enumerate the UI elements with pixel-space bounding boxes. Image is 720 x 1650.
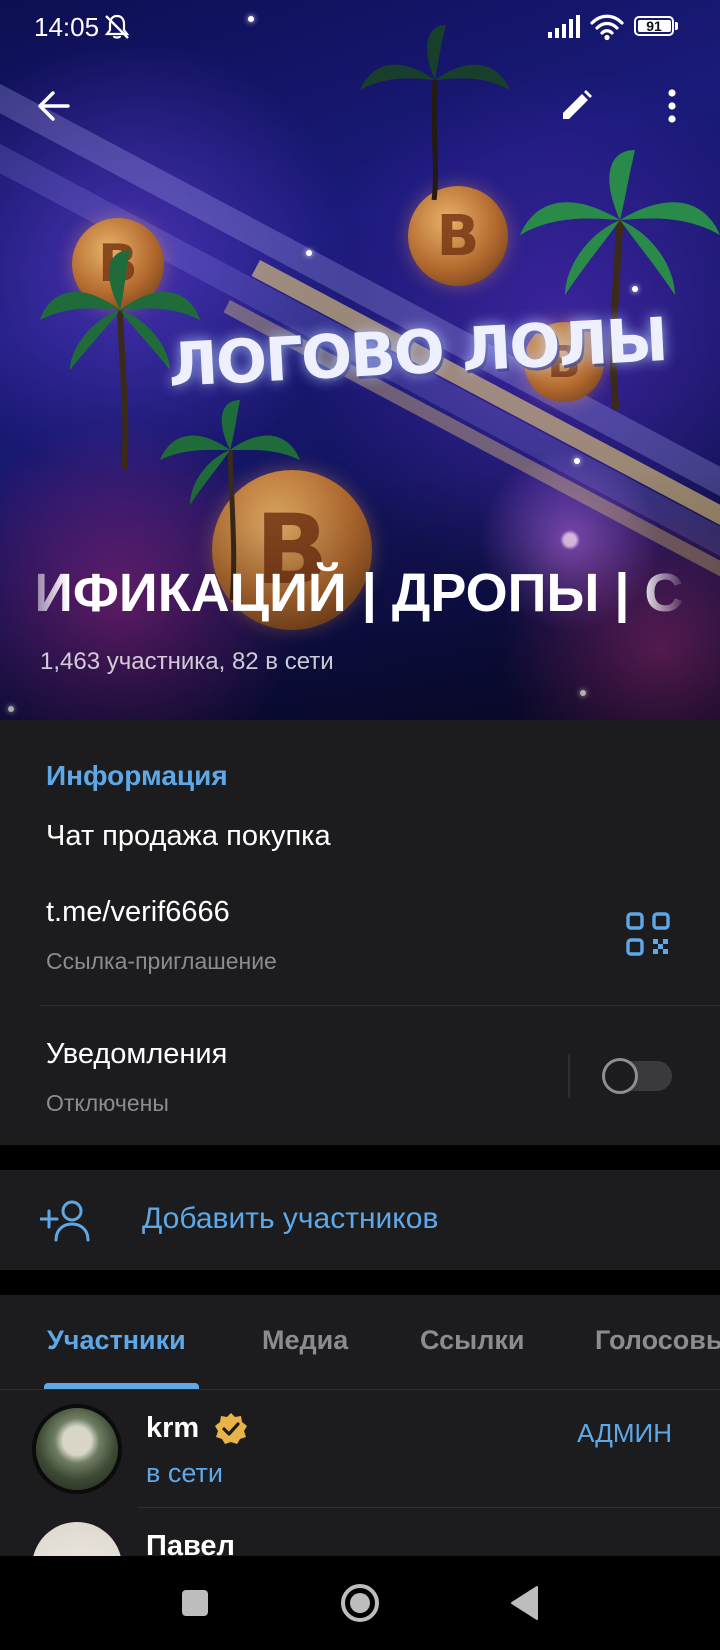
system-nav-bar (0, 1556, 720, 1650)
status-bar: 14:05 91 (0, 0, 720, 56)
member-row[interactable]: krm в сети АДМИН (0, 1390, 720, 1508)
more-options-button[interactable] (644, 78, 700, 134)
tab-links[interactable]: Ссылки (420, 1325, 524, 1356)
member-row[interactable]: Павел (0, 1508, 720, 1556)
verified-badge-icon (215, 1413, 247, 1444)
recent-apps-button[interactable] (170, 1578, 220, 1628)
notifications-label[interactable]: Уведомления (46, 1038, 227, 1071)
wifi-icon (590, 14, 624, 41)
bitcoin-coin-image (408, 186, 508, 286)
member-name: krm (146, 1412, 200, 1444)
add-members-button[interactable]: Добавить участников (0, 1170, 720, 1270)
more-vertical-icon (668, 89, 676, 123)
member-status: в сети (146, 1458, 223, 1488)
section-title-info: Информация (46, 760, 228, 791)
tab-members[interactable]: Участники (47, 1325, 186, 1356)
active-tab-indicator (44, 1383, 199, 1389)
back-button[interactable] (26, 78, 82, 134)
tab-bar: Участники Медиа Ссылки Голосовые (0, 1295, 720, 1390)
qr-code-icon (626, 912, 670, 956)
qr-code-button[interactable] (624, 910, 672, 958)
member-name: Павел (146, 1530, 235, 1556)
invite-link[interactable]: t.me/verif6666 (46, 896, 230, 929)
nav-back-button[interactable] (500, 1578, 550, 1628)
notifications-state: Отключены (46, 1090, 169, 1116)
battery-level: 91 (646, 18, 662, 34)
home-button[interactable] (335, 1578, 385, 1628)
pencil-icon (563, 90, 592, 119)
info-card: Информация Чат продажа покупка t.me/veri… (0, 720, 720, 1145)
chat-title: ИФИКАЦИЙ | ДРОПЫ | С (38, 563, 684, 623)
notifications-toggle[interactable] (602, 1058, 672, 1094)
add-members-label: Добавить участников (142, 1202, 439, 1235)
toggle-knob (602, 1058, 638, 1094)
status-time: 14:05 (34, 12, 100, 42)
bell-off-icon (104, 14, 130, 39)
arrow-left-icon (38, 91, 70, 121)
screen: ЛОГОВО ЛОЛЫ 14:05 91 (0, 0, 720, 1556)
member-count: 1,463 участника, 82 в сети (40, 648, 334, 675)
invite-link-caption: Ссылка-приглашение (46, 948, 277, 974)
triangle-back-icon (511, 1586, 538, 1620)
avatar (32, 1522, 122, 1556)
square-icon (182, 1590, 208, 1616)
member-role-badge: АДМИН (577, 1418, 672, 1448)
signal-icon (548, 15, 580, 38)
battery-icon: 91 (634, 16, 674, 36)
add-user-icon (40, 1200, 90, 1242)
chat-description: Чат продажа покупка (46, 820, 331, 852)
avatar (32, 1404, 122, 1494)
members-section: Участники Медиа Ссылки Голосовые krm в с… (0, 1295, 720, 1556)
tab-media[interactable]: Медиа (262, 1325, 348, 1356)
tab-voice[interactable]: Голосовые (595, 1325, 720, 1356)
circle-icon (341, 1584, 379, 1622)
edit-button[interactable] (548, 78, 604, 134)
